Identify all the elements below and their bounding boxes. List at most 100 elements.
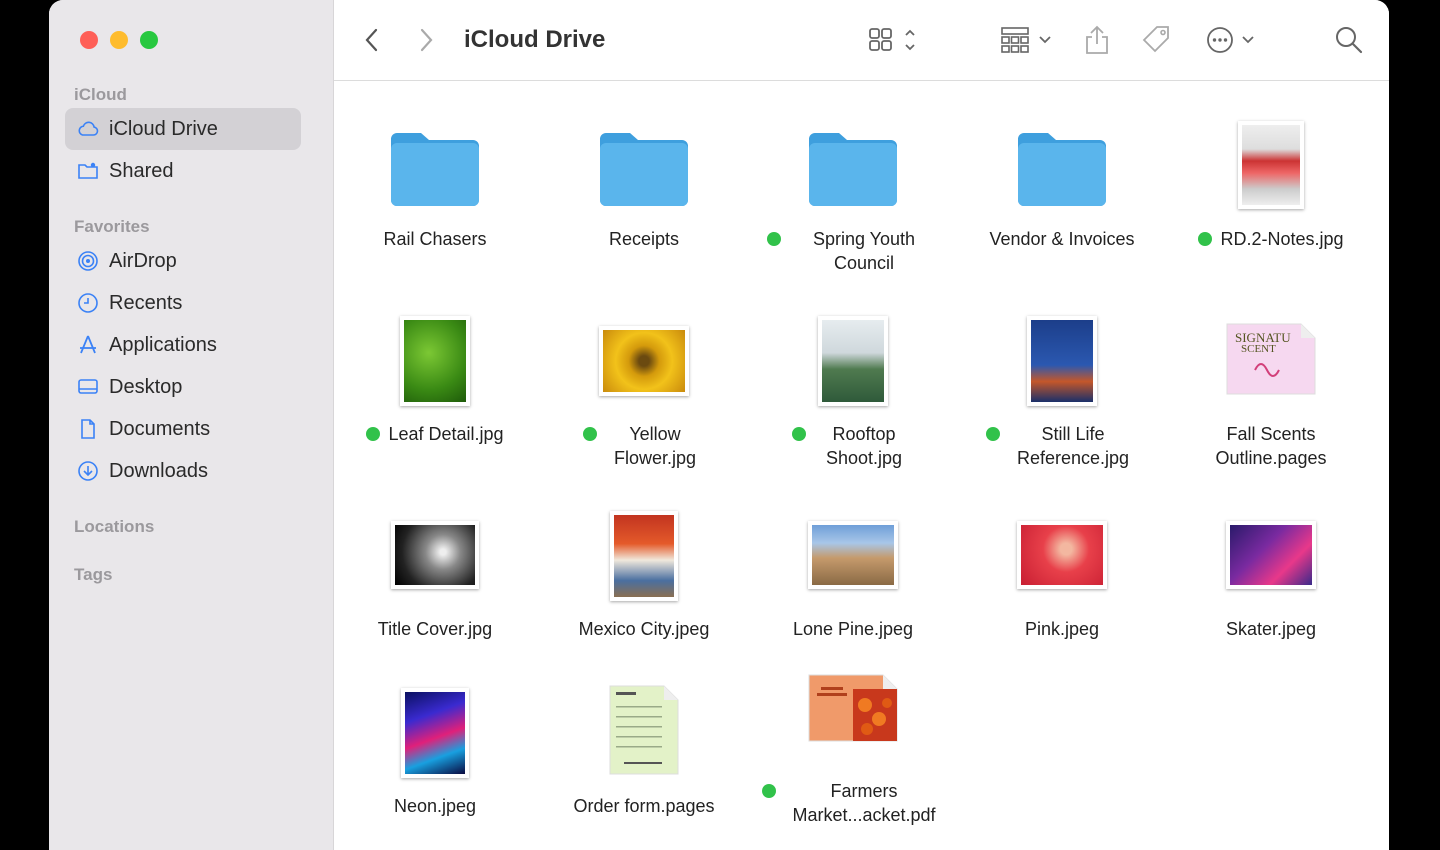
file-name: Yellow Flower.jpg	[613, 424, 697, 468]
sidebar-item-label: Documents	[109, 417, 211, 440]
sidebar-item-label: Downloads	[109, 459, 208, 482]
sidebar-item-airdrop[interactable]: AirDrop	[65, 240, 301, 282]
green-tag-dot	[986, 427, 1000, 441]
minimize-button[interactable]	[110, 31, 128, 49]
image-thumbnail	[549, 509, 739, 609]
sidebar-item-label: Desktop	[109, 375, 183, 398]
folder-icon	[549, 119, 739, 219]
pdf-document-icon	[758, 671, 948, 771]
file-name-row: Rooftop Shoot.jpg	[758, 422, 948, 470]
sidebar-item-label: Applications	[109, 333, 217, 356]
sidebar-item-desktop[interactable]: Desktop	[65, 366, 301, 408]
file-item[interactable]: Rail Chasers	[340, 119, 530, 251]
airdrop-icon	[75, 248, 101, 274]
tag-icon	[1142, 26, 1169, 53]
close-button[interactable]	[80, 31, 98, 49]
image-thumbnail	[340, 686, 530, 786]
forward-button[interactable]	[416, 24, 436, 56]
file-name: Leaf Detail.jpg	[388, 424, 504, 444]
ellipsis-circle-icon	[1207, 27, 1254, 53]
image-thumbnail	[758, 509, 948, 609]
file-name-row: Leaf Detail.jpg	[340, 422, 530, 446]
image-thumbnail	[1176, 119, 1366, 219]
green-tag-dot	[792, 427, 806, 441]
file-item[interactable]: Yellow Flower.jpg	[549, 314, 739, 470]
file-name: Title Cover.jpg	[377, 619, 493, 639]
file-name: RD.2-Notes.jpg	[1220, 229, 1344, 249]
share-button[interactable]	[1084, 24, 1110, 56]
window-title: iCloud Drive	[464, 26, 606, 53]
finder-window: iCloud iCloud Drive Shared Favorites Air…	[49, 0, 1389, 850]
file-name: Spring Youth Council	[812, 229, 916, 273]
pages-document-icon	[549, 685, 739, 786]
file-name: Farmers Market...acket.pdf	[792, 781, 936, 825]
file-item[interactable]: Receipts	[549, 119, 739, 251]
file-name: Still Life Reference.jpg	[1016, 424, 1130, 468]
file-item[interactable]: Vendor & Invoices	[967, 119, 1157, 251]
sidebar-item-label: Recents	[109, 291, 183, 314]
svg-text:SCENT: SCENT	[1241, 343, 1276, 355]
green-tag-dot	[583, 427, 597, 441]
file-item[interactable]: Spring Youth Council	[758, 119, 948, 275]
file-item[interactable]: RD.2-Notes.jpg	[1176, 119, 1366, 251]
search-button[interactable]	[1334, 24, 1364, 56]
file-item[interactable]: Order form.pages	[549, 685, 739, 818]
file-item[interactable]: Rooftop Shoot.jpg	[758, 314, 948, 470]
sidebar: iCloud iCloud Drive Shared Favorites Air…	[49, 0, 334, 850]
file-item[interactable]: Lone Pine.jpeg	[758, 509, 948, 641]
sidebar-item-downloads[interactable]: Downloads	[65, 450, 301, 492]
image-thumbnail	[967, 509, 1157, 609]
sidebar-item-documents[interactable]: Documents	[65, 408, 301, 450]
window-controls	[80, 31, 158, 49]
file-item[interactable]: Skater.jpeg	[1176, 509, 1366, 641]
file-item[interactable]: Farmers Market...acket.pdf	[758, 671, 948, 827]
tag-button[interactable]	[1140, 24, 1172, 56]
more-actions-button[interactable]	[1206, 24, 1262, 56]
file-name-row: Spring Youth Council	[758, 227, 948, 275]
green-tag-dot	[366, 427, 381, 441]
file-grid: Rail Chasers Receipts Spring Youth Counc…	[334, 81, 1389, 850]
file-name: Receipts	[608, 229, 680, 249]
file-name: Fall Scents Outline.pages	[1215, 424, 1327, 468]
folder-icon	[758, 119, 948, 219]
view-mode-button[interactable]	[868, 24, 924, 56]
search-icon	[1336, 27, 1363, 54]
file-name: Neon.jpeg	[393, 796, 477, 816]
sidebar-item-recents[interactable]: Recents	[65, 282, 301, 324]
file-item[interactable]: Title Cover.jpg	[340, 509, 530, 641]
image-thumbnail	[758, 314, 948, 414]
sidebar-section-icloud: iCloud	[74, 85, 127, 104]
folder-icon	[340, 119, 530, 219]
file-item[interactable]: Pink.jpeg	[967, 509, 1157, 641]
applications-icon	[75, 332, 101, 358]
green-tag-dot	[1198, 232, 1213, 246]
zoom-button[interactable]	[140, 31, 158, 49]
green-tag-dot	[767, 232, 781, 246]
pages-document-icon: SIGNATU SCENT	[1176, 314, 1366, 414]
sidebar-item-shared[interactable]: Shared	[65, 150, 301, 192]
sidebar-section-tags[interactable]: Tags	[74, 565, 112, 585]
desktop-icon	[75, 374, 101, 400]
group-button[interactable]	[1000, 24, 1056, 56]
sidebar-item-icloud-drive[interactable]: iCloud Drive	[65, 108, 301, 150]
icon-view-grid-icon	[869, 28, 915, 51]
download-icon	[75, 458, 101, 484]
image-thumbnail	[967, 314, 1157, 414]
green-tag-dot	[762, 784, 776, 798]
file-name: Order form.pages	[573, 796, 715, 816]
toolbar: iCloud Drive	[334, 0, 1389, 81]
file-name: Rail Chasers	[383, 229, 487, 249]
file-item[interactable]: Leaf Detail.jpg	[340, 314, 530, 446]
chevron-left-icon	[365, 28, 378, 52]
sidebar-item-label: AirDrop	[109, 249, 177, 272]
sidebar-item-applications[interactable]: Applications	[65, 324, 301, 366]
file-item[interactable]: Mexico City.jpeg	[549, 509, 739, 641]
share-icon	[1086, 25, 1108, 54]
sidebar-section-locations[interactable]: Locations	[74, 517, 154, 537]
file-item[interactable]: Neon.jpeg	[340, 686, 530, 818]
clock-icon	[75, 290, 101, 316]
file-item[interactable]: Still Life Reference.jpg	[967, 314, 1157, 470]
back-button[interactable]	[362, 24, 382, 56]
file-item[interactable]: SIGNATU SCENT Fall Scents Outline.pages	[1176, 314, 1366, 470]
group-by-icon	[1001, 27, 1051, 53]
